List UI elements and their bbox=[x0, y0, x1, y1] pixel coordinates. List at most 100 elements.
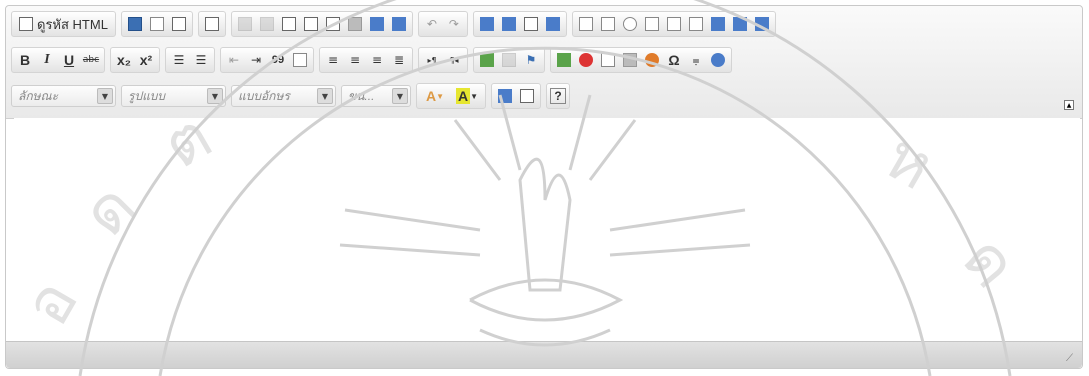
undo-button[interactable]: ↶ bbox=[422, 14, 442, 34]
align-center-button[interactable]: ≡ bbox=[345, 50, 365, 70]
blockquote-button[interactable]: 99 bbox=[268, 50, 288, 70]
source-html-label: ดูรหัส HTML bbox=[37, 16, 108, 32]
select-all-button[interactable] bbox=[521, 14, 541, 34]
strike-button[interactable]: abc bbox=[81, 50, 101, 70]
flash-button[interactable] bbox=[576, 50, 596, 70]
text-color-icon: A bbox=[425, 88, 437, 104]
styles-combo-label: ลักษณะ bbox=[18, 88, 59, 103]
templates-group bbox=[197, 11, 226, 37]
collapse-toolbar-button[interactable]: ▲ bbox=[1064, 100, 1074, 110]
select-icon bbox=[688, 17, 703, 31]
list-group: ☰ ☰ bbox=[165, 47, 215, 73]
link-button[interactable] bbox=[477, 50, 497, 70]
table-button[interactable] bbox=[598, 50, 618, 70]
font-size-combo[interactable]: ขน... ▼ bbox=[341, 85, 411, 107]
preview-button[interactable] bbox=[169, 14, 189, 34]
anchor-button[interactable]: ⚑ bbox=[521, 50, 541, 70]
link-icon bbox=[480, 53, 494, 67]
numbered-list-button[interactable]: ☰ bbox=[169, 50, 189, 70]
textfield-icon bbox=[644, 17, 659, 31]
rtl-button[interactable]: ¶◂ bbox=[444, 50, 464, 70]
templates-button[interactable] bbox=[202, 14, 222, 34]
numbered-list-icon: ☰ bbox=[173, 53, 185, 67]
replace-button[interactable] bbox=[499, 14, 519, 34]
bg-color-button[interactable]: A ▼ bbox=[452, 86, 482, 106]
new-page-button[interactable] bbox=[147, 14, 167, 34]
print-button[interactable] bbox=[345, 14, 365, 34]
italic-button[interactable]: I bbox=[37, 50, 57, 70]
checkbox-button[interactable] bbox=[598, 14, 618, 34]
ltr-button[interactable]: ▸¶ bbox=[422, 50, 442, 70]
resize-handle-icon[interactable]: ⟋ bbox=[1066, 353, 1078, 365]
align-left-icon: ≡ bbox=[327, 53, 339, 67]
textarea-button[interactable] bbox=[664, 14, 684, 34]
maximize-button[interactable] bbox=[495, 86, 515, 106]
undo-icon: ↶ bbox=[426, 17, 437, 31]
new-page-icon bbox=[149, 17, 164, 31]
cut-button[interactable] bbox=[235, 14, 255, 34]
save-icon bbox=[127, 17, 142, 31]
spellcheck-button[interactable] bbox=[367, 14, 387, 34]
text-color-button[interactable]: A ▼ bbox=[420, 86, 450, 106]
scayt-button[interactable] bbox=[389, 14, 409, 34]
editor-toolbar: ดูรหัส HTML ↶ ↷ B I U abc x₂ x² ☰ ☰ ⇤ ⇥ … bbox=[6, 6, 1082, 119]
special-char-button[interactable]: Ω bbox=[664, 50, 684, 70]
remove-format-button[interactable] bbox=[543, 14, 563, 34]
image-button-button[interactable] bbox=[730, 14, 750, 34]
page-break-button[interactable]: ⩦ bbox=[686, 50, 706, 70]
help-button[interactable]: ? bbox=[550, 88, 566, 104]
paste-icon bbox=[281, 17, 296, 31]
scissors-icon bbox=[237, 17, 252, 31]
font-combo[interactable]: แบบอักษร ▼ bbox=[231, 85, 336, 107]
radio-button[interactable] bbox=[620, 14, 640, 34]
iframe-button[interactable] bbox=[708, 50, 728, 70]
source-html-button[interactable]: ดูรหัส HTML bbox=[15, 14, 112, 34]
chevron-down-icon: ▼ bbox=[436, 91, 445, 101]
horizontal-rule-button[interactable] bbox=[620, 50, 640, 70]
undo-group: ↶ ↷ bbox=[417, 11, 468, 37]
format-combo[interactable]: รูปแบบ ▼ bbox=[121, 85, 226, 107]
flag-icon: ⚑ bbox=[525, 53, 537, 67]
chevron-down-icon: ▼ bbox=[317, 88, 333, 104]
textfield-button[interactable] bbox=[642, 14, 662, 34]
textarea-icon bbox=[666, 17, 681, 31]
toolbar-row-1: ดูรหัส HTML ↶ ↷ bbox=[11, 10, 776, 38]
redo-icon: ↷ bbox=[448, 17, 459, 31]
insert-group: Ω ⩦ bbox=[550, 47, 732, 73]
bold-button[interactable]: B bbox=[15, 50, 35, 70]
save-button[interactable] bbox=[125, 14, 145, 34]
editor-content-area[interactable] bbox=[14, 118, 1080, 342]
rich-text-editor: ดูรหัส HTML ↶ ↷ B I U abc x₂ x² ☰ ☰ ⇤ ⇥ … bbox=[5, 5, 1083, 369]
bulleted-list-button[interactable]: ☰ bbox=[191, 50, 211, 70]
smiley-button[interactable] bbox=[642, 50, 662, 70]
align-left-button[interactable]: ≡ bbox=[323, 50, 343, 70]
bidi-group: ▸¶ ¶◂ bbox=[418, 47, 468, 73]
image-button[interactable] bbox=[554, 50, 574, 70]
div-button[interactable] bbox=[290, 50, 310, 70]
indent-button[interactable]: ⇥ bbox=[246, 50, 266, 70]
paste-word-button[interactable] bbox=[323, 14, 343, 34]
hidden-field-button[interactable] bbox=[752, 14, 772, 34]
unlink-button[interactable] bbox=[499, 50, 519, 70]
find-button[interactable] bbox=[477, 14, 497, 34]
paste-text-button[interactable] bbox=[301, 14, 321, 34]
checkbox-icon bbox=[600, 17, 615, 31]
outdent-button[interactable]: ⇤ bbox=[224, 50, 244, 70]
spellcheck-icon bbox=[369, 17, 384, 31]
document-group bbox=[120, 11, 193, 37]
select-button[interactable] bbox=[686, 14, 706, 34]
form-button[interactable] bbox=[576, 14, 596, 34]
show-blocks-button[interactable] bbox=[517, 86, 537, 106]
subscript-button[interactable]: x₂ bbox=[114, 50, 134, 70]
redo-button[interactable]: ↷ bbox=[444, 14, 464, 34]
form-button-button[interactable] bbox=[708, 14, 728, 34]
justify-button[interactable]: ≣ bbox=[389, 50, 409, 70]
image-icon bbox=[557, 53, 571, 67]
copy-button[interactable] bbox=[257, 14, 277, 34]
styles-combo[interactable]: ลักษณะ ▼ bbox=[11, 85, 116, 107]
paste-button[interactable] bbox=[279, 14, 299, 34]
align-right-button[interactable]: ≡ bbox=[367, 50, 387, 70]
radio-icon bbox=[622, 17, 637, 31]
underline-button[interactable]: U bbox=[59, 50, 79, 70]
superscript-button[interactable]: x² bbox=[136, 50, 156, 70]
